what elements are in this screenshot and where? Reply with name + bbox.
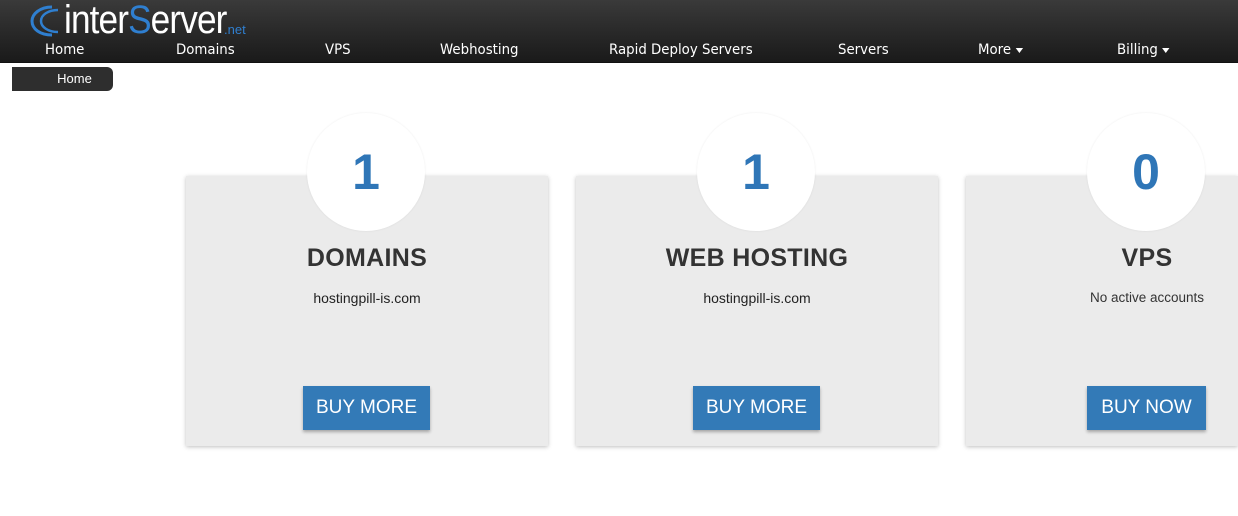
logo-suffix: erver [150, 0, 228, 42]
main-nav: Home Domains VPS Webhosting Rapid Deploy… [0, 40, 1238, 62]
nav-vps-label: VPS [325, 42, 351, 58]
nav-home-label: Home [45, 42, 85, 58]
logo-prefix: inter [64, 0, 129, 42]
logo-wordmark: interServer [64, 0, 228, 42]
chevron-down-icon [1162, 47, 1170, 53]
logo-tld: .net [224, 22, 246, 37]
breadcrumb: Home [12, 67, 113, 91]
web-hosting-count: 1 [742, 144, 770, 200]
nav-rapid-deploy-servers-label: Rapid Deploy Servers [609, 42, 753, 58]
nav-more-label: More [978, 42, 1012, 58]
buy-now-vps-button[interactable]: BUY NOW [1087, 386, 1206, 430]
top-navbar: interServer .net Home Domains VPS Webhos… [0, 0, 1238, 63]
nav-servers-label: Servers [838, 42, 889, 58]
breadcrumb-current[interactable]: Home [57, 71, 92, 86]
nav-webhosting[interactable]: Webhosting [440, 42, 519, 58]
card-title: WEB HOSTING [665, 244, 849, 272]
buy-more-domains-button[interactable]: BUY MORE [303, 386, 430, 430]
nav-servers[interactable]: Servers [838, 42, 889, 58]
buy-more-web-hosting-button[interactable]: BUY MORE [693, 386, 820, 430]
nav-domains[interactable]: Domains [176, 42, 235, 58]
nav-more[interactable]: More [978, 42, 1024, 58]
logo-accent: S [128, 0, 151, 42]
web-hosting-count-circle: 1 [697, 113, 815, 231]
nav-webhosting-label: Webhosting [440, 42, 519, 58]
vps-count: 0 [1132, 144, 1160, 200]
card-title: DOMAINS [306, 244, 428, 272]
domains-count: 1 [352, 144, 380, 200]
card-subtitle: No active accounts [1089, 290, 1205, 305]
vps-count-circle: 0 [1087, 113, 1205, 231]
nav-vps[interactable]: VPS [325, 42, 351, 58]
nav-billing-label: Billing [1117, 42, 1158, 58]
logo-swoosh-icon [30, 5, 59, 37]
nav-rapid-deploy-servers[interactable]: Rapid Deploy Servers [609, 42, 753, 58]
card-title: VPS [1121, 244, 1173, 272]
card-subtitle[interactable]: hostingpill-is.com [576, 290, 938, 306]
chevron-down-icon [1015, 47, 1024, 53]
nav-home[interactable]: Home [45, 42, 84, 58]
nav-domains-label: Domains [176, 42, 235, 58]
card-subtitle[interactable]: hostingpill-is.com [186, 290, 548, 306]
vps-card: VPS No active accounts BUY NOW [966, 176, 1238, 446]
nav-billing[interactable]: Billing [1117, 42, 1170, 58]
domains-count-circle: 1 [307, 113, 425, 231]
